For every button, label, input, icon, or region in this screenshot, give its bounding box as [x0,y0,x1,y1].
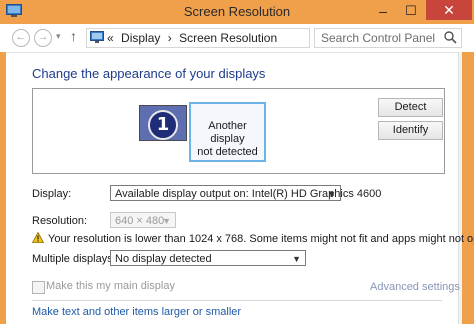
search-box[interactable]: Search Control Panel [314,28,462,48]
resolution-warning: Your resolution is lower than 1024 x 768… [48,233,474,245]
maximize-button[interactable]: ☐ [398,0,424,22]
breadcrumb-separator[interactable]: › [168,31,172,45]
up-button[interactable]: ↑ [70,28,77,44]
monitor-2-label: Another display not detected [197,120,258,158]
forward-button[interactable]: → [34,29,52,47]
identify-button[interactable]: Identify [378,121,443,140]
breadcrumb-overflow[interactable]: « [107,31,114,45]
multiple-displays-label: Multiple displays: [32,253,116,265]
advanced-settings-link[interactable]: Advanced settings [370,281,460,293]
text-size-link[interactable]: Make text and other items larger or smal… [32,306,241,318]
breadcrumb-display[interactable]: Display [121,31,160,45]
page-title: Change the appearance of your displays [32,66,266,81]
recent-pages-dropdown[interactable]: ▾ [56,31,61,42]
window-frame-left [0,52,6,324]
resolution-select[interactable]: 640 × 480 ▼ [110,212,176,228]
main-display-label: Make this my main display [46,280,175,292]
divider [32,300,442,301]
breadcrumb: « Display › Screen Resolution [107,31,277,45]
monitor-2[interactable]: Another display not detected [189,102,266,162]
chevron-down-icon: ▼ [327,189,336,199]
back-button[interactable]: ← [12,29,30,47]
display-label: Display: [32,188,72,200]
navigation-bar: ← → ▾ ↑ « Display › Screen Resolution ▾ … [0,24,474,53]
display-select[interactable]: Available display output on: Intel(R) HD… [110,185,381,201]
resolution-label: Resolution: [32,215,88,227]
main-display-checkbox[interactable] [32,281,45,294]
minimize-button[interactable]: – [370,0,396,22]
monitor-1[interactable]: 1 [139,105,187,141]
monitor-icon [90,31,104,43]
search-icon[interactable] [443,30,457,44]
search-input[interactable]: Search Control Panel [321,31,435,45]
monitor-number-badge: 1 [148,110,178,140]
window-frame-right [462,52,474,324]
chevron-down-icon: ▼ [292,254,301,264]
address-bar[interactable]: « Display › Screen Resolution ▾ ↻ [86,28,386,50]
display-arrangement-panel: 1 Another display not detected Detect Id… [32,88,445,174]
chevron-down-icon: ▼ [162,216,171,226]
breadcrumb-screen-resolution[interactable]: Screen Resolution [179,31,277,45]
detect-button[interactable]: Detect [378,98,443,117]
multiple-displays-select[interactable]: No display detected ▼ [110,250,306,266]
warning-icon [32,232,44,243]
title-bar: Screen Resolution – ☐ ✕ [0,0,474,25]
close-button[interactable]: ✕ [426,0,472,20]
